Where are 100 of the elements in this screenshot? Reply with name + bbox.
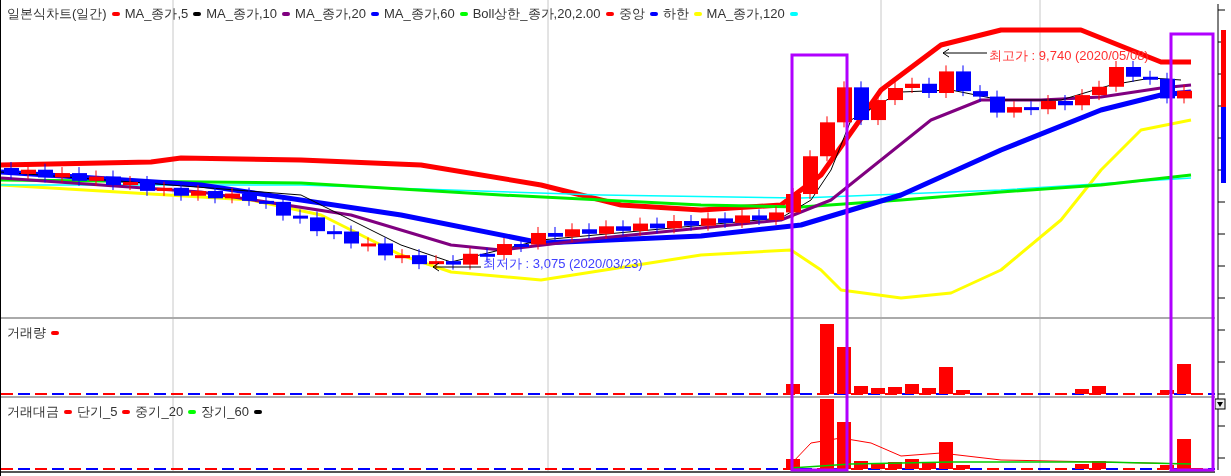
candlestick (38, 163, 53, 183)
legend-label: 거래대금 (7, 403, 59, 421)
candlestick (174, 181, 189, 202)
candlestick (769, 205, 784, 226)
volume-bar (1092, 386, 1106, 394)
trading-value-bar (786, 459, 800, 469)
legend-label: MA_종가,5 (124, 5, 189, 23)
low-price-label: 최저가 : 3,075 (2020/03/23) (483, 255, 643, 273)
candlestick (259, 194, 274, 210)
candlestick (1092, 80, 1107, 101)
candlestick (1143, 70, 1158, 86)
trading-value-bar (922, 463, 936, 469)
candlestick (225, 187, 240, 204)
legend-label: 하한 (662, 5, 689, 23)
candlestick (55, 166, 70, 183)
volume-bar (956, 390, 970, 394)
candlestick (599, 219, 614, 240)
candlestick (412, 248, 427, 270)
legend-label: 거래량 (7, 324, 46, 342)
candlestick (1160, 72, 1175, 104)
candlestick (327, 224, 342, 240)
trading-value-bar (956, 465, 970, 469)
candlestick (803, 149, 818, 200)
legend-label: 일본식차트(일간) (7, 5, 107, 23)
volume-bar (871, 388, 885, 394)
volume-bar (905, 384, 919, 394)
candlestick (293, 209, 308, 225)
volume-bar (854, 386, 868, 394)
candlestick (582, 222, 597, 240)
candlestick (701, 211, 716, 232)
candlestick (820, 115, 835, 162)
trading-value-bar (1160, 465, 1174, 469)
candlestick (1041, 94, 1056, 115)
down-arrow-icon[interactable] (1215, 398, 1226, 410)
candlestick (1024, 100, 1039, 116)
candlestick (446, 254, 461, 271)
candlestick (752, 208, 767, 226)
candlestick (548, 226, 563, 243)
candlestick (939, 64, 954, 99)
leader-line (432, 262, 482, 272)
trading-value-bar (1075, 464, 1089, 469)
candlestick (650, 217, 665, 234)
candlestick (208, 184, 223, 204)
volume-bar (786, 384, 800, 394)
candlestick (4, 161, 19, 180)
volume-bar (1177, 364, 1191, 394)
candlestick (973, 84, 988, 103)
candlestick (718, 211, 733, 229)
volume-bar (1075, 389, 1089, 394)
candlestick (157, 181, 172, 197)
legend-label: MA_종가,60 (383, 5, 455, 23)
candlestick (242, 187, 257, 207)
volume-bar (1160, 390, 1174, 394)
candlestick (990, 90, 1005, 119)
candlestick (72, 166, 87, 187)
candlestick (1177, 84, 1192, 104)
trading-value-bar (820, 399, 834, 469)
candlestick (531, 226, 546, 250)
candlestick (310, 210, 325, 237)
legend-label: Boll상한_종가,20,2.00 (472, 5, 601, 23)
candlestick (140, 175, 155, 197)
candlestick (429, 254, 444, 270)
candlestick (905, 77, 920, 94)
candlestick (395, 248, 410, 264)
candlestick (735, 208, 750, 229)
legend-label: MA_종가,120 (706, 5, 785, 23)
volume-bar (820, 324, 834, 394)
legend-label: 중앙 (618, 5, 645, 23)
candlestick (123, 175, 138, 191)
candlestick (684, 214, 699, 232)
candlestick (378, 236, 393, 261)
candlestick (1007, 100, 1022, 119)
candlestick (956, 64, 971, 97)
volume-bar (922, 388, 936, 394)
candlestick (633, 217, 648, 237)
trading-value-bar (1177, 439, 1191, 469)
volume-bar (939, 367, 953, 394)
legend-label: MA_종가,10 (206, 5, 278, 23)
candlestick (854, 80, 869, 126)
candlestick (667, 214, 682, 234)
leader-line (942, 48, 988, 58)
high-price-label: 최고가 : 9,740 (2020/05/08) (989, 47, 1149, 65)
candlestick (344, 225, 359, 249)
candlestick (21, 163, 36, 180)
trading-value-bar (888, 462, 902, 469)
candlestick (191, 184, 206, 202)
candlestick (888, 81, 903, 106)
candlestick (565, 222, 580, 243)
volume-bar (888, 387, 902, 394)
candlestick (837, 80, 852, 128)
trading-value-bar (871, 463, 885, 469)
trading-value-bar (854, 461, 868, 469)
candlestick (1058, 94, 1073, 111)
candlestick (1075, 88, 1090, 111)
candlestick (106, 170, 121, 191)
candlestick (616, 219, 631, 237)
trading-value-bar (1092, 461, 1106, 469)
legend-label: 중기_20 (135, 403, 184, 421)
candlestick (89, 170, 104, 187)
candlestick (463, 247, 478, 271)
